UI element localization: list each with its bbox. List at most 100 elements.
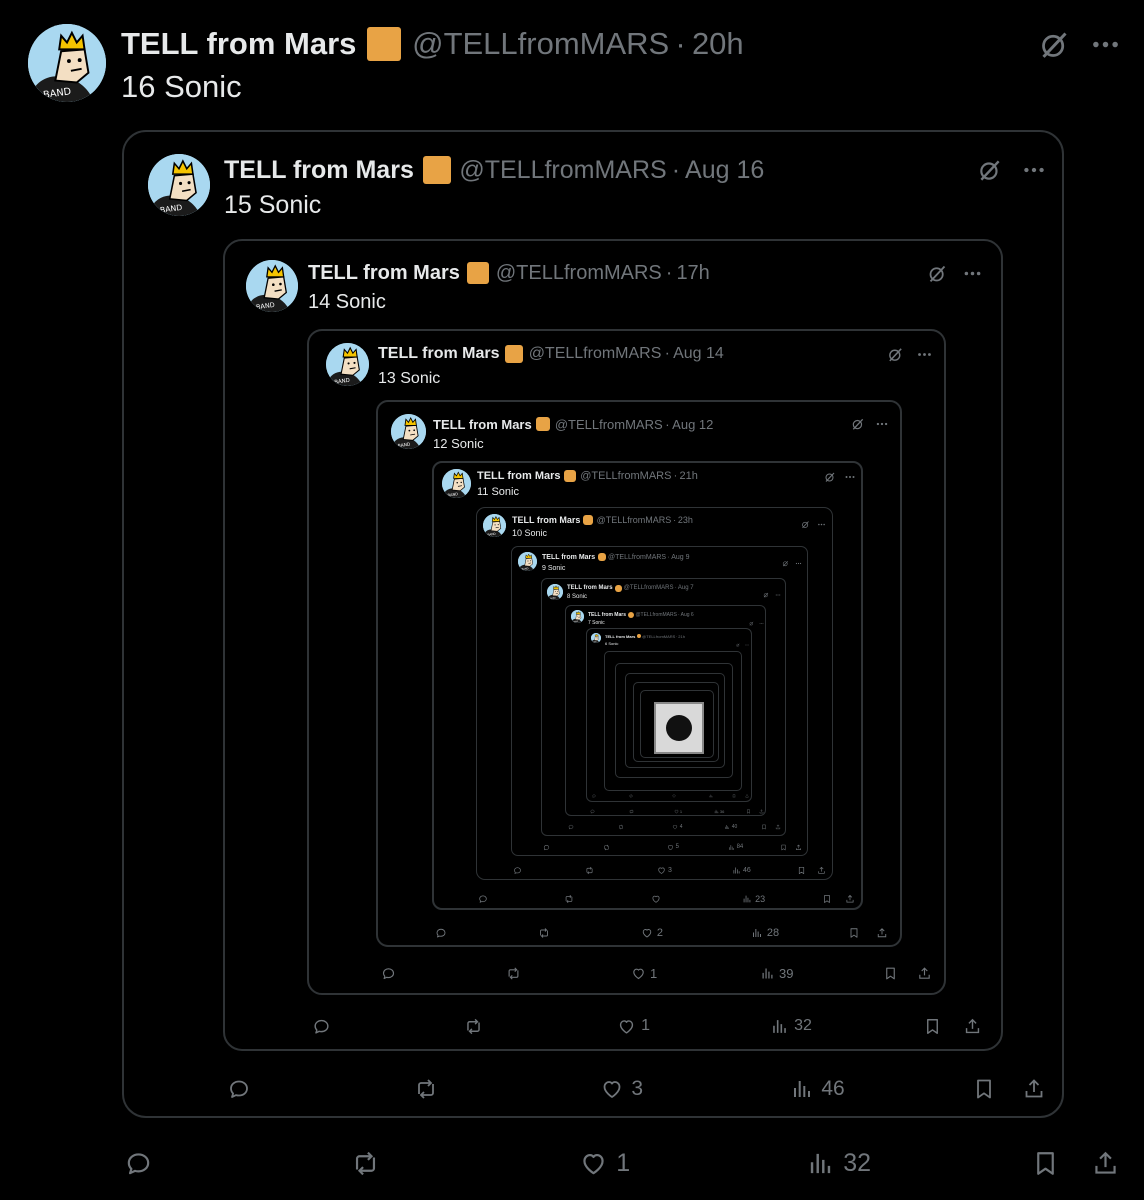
share-button[interactable] xyxy=(845,894,855,904)
grok-icon[interactable] xyxy=(782,554,789,572)
timestamp[interactable]: 17h xyxy=(676,262,709,285)
bookmark-button[interactable] xyxy=(797,866,806,875)
display-name[interactable]: TELL from Mars xyxy=(121,26,356,62)
timestamp[interactable]: Aug 14 xyxy=(673,345,724,363)
bookmark-button[interactable] xyxy=(883,966,898,981)
grok-icon[interactable] xyxy=(851,417,865,436)
repost-button[interactable] xyxy=(506,966,526,981)
attached-image[interactable] xyxy=(654,702,704,754)
avatar[interactable]: BAND xyxy=(518,552,537,571)
reply-button[interactable] xyxy=(312,1017,337,1036)
bookmark-button[interactable] xyxy=(1031,1149,1060,1178)
handle[interactable]: @TELLfromMARS xyxy=(412,26,669,62)
avatar[interactable]: BAND xyxy=(483,514,506,537)
views-button[interactable]: 39 xyxy=(760,966,794,981)
display-name[interactable]: TELL from Mars xyxy=(477,470,561,482)
repost-button[interactable] xyxy=(564,894,577,904)
display-name[interactable]: TELL from Mars xyxy=(512,515,580,525)
like-button[interactable]: 1 xyxy=(674,809,682,814)
avatar[interactable]: BAND xyxy=(391,414,426,449)
bookmark-button[interactable] xyxy=(848,927,860,939)
reply-button[interactable] xyxy=(590,809,596,814)
more-icon[interactable] xyxy=(795,554,802,572)
grok-icon[interactable] xyxy=(977,157,1003,188)
like-button[interactable]: 3 xyxy=(657,866,672,875)
timestamp[interactable]: Aug 16 xyxy=(685,156,764,185)
share-button[interactable] xyxy=(759,808,764,814)
views-button[interactable]: 46 xyxy=(790,1077,845,1101)
repost-button[interactable] xyxy=(585,866,596,875)
timestamp[interactable]: 21h xyxy=(678,634,685,639)
more-icon[interactable] xyxy=(759,613,764,631)
repost-button[interactable] xyxy=(603,844,612,851)
grok-icon[interactable] xyxy=(801,516,810,534)
repost-button[interactable] xyxy=(538,927,554,939)
share-button[interactable] xyxy=(917,966,932,981)
handle[interactable]: @TELLfromMARS xyxy=(555,417,663,432)
grok-icon[interactable] xyxy=(749,613,754,631)
display-name[interactable]: TELL from Mars xyxy=(567,585,613,591)
avatar[interactable]: BAND xyxy=(326,343,369,386)
timestamp[interactable]: Aug 12 xyxy=(672,417,713,432)
avatar[interactable]: BAND xyxy=(547,584,563,600)
reply-button[interactable] xyxy=(478,894,491,904)
bookmark-button[interactable] xyxy=(822,894,832,904)
like-button[interactable] xyxy=(672,794,677,798)
avatar[interactable]: BAND xyxy=(442,469,471,498)
reply-button[interactable] xyxy=(592,794,597,798)
more-icon[interactable] xyxy=(1021,157,1047,188)
display-name[interactable]: TELL from Mars xyxy=(588,612,626,618)
repost-button[interactable] xyxy=(629,794,634,798)
handle[interactable]: @TELLfromMARS xyxy=(624,585,674,591)
bookmark-button[interactable] xyxy=(761,824,767,830)
views-button[interactable]: 23 xyxy=(742,894,765,904)
like-button[interactable] xyxy=(651,894,664,904)
share-button[interactable] xyxy=(1022,1077,1046,1101)
share-button[interactable] xyxy=(817,866,826,875)
timestamp[interactable]: Aug 7 xyxy=(678,585,694,591)
more-icon[interactable] xyxy=(817,516,826,534)
display-name[interactable]: TELL from Mars xyxy=(542,554,595,561)
timestamp[interactable]: 21h xyxy=(680,470,698,482)
timestamp[interactable]: Aug 6 xyxy=(681,612,694,618)
display-name[interactable]: TELL from Mars xyxy=(224,156,414,185)
more-icon[interactable] xyxy=(875,417,889,436)
more-icon[interactable] xyxy=(745,634,749,652)
grok-icon[interactable] xyxy=(763,585,769,603)
views-button[interactable]: 46 xyxy=(732,866,751,875)
share-button[interactable] xyxy=(1091,1149,1120,1178)
share-button[interactable] xyxy=(745,794,749,798)
like-button[interactable]: 1 xyxy=(631,966,657,981)
share-button[interactable] xyxy=(963,1017,982,1036)
bookmark-button[interactable] xyxy=(923,1017,942,1036)
handle[interactable]: @TELLfromMARS xyxy=(597,515,672,525)
reply-button[interactable] xyxy=(513,866,524,875)
display-name[interactable]: TELL from Mars xyxy=(605,634,635,639)
handle[interactable]: @TELLfromMARS xyxy=(459,156,666,185)
avatar[interactable]: BAND xyxy=(28,24,106,102)
more-icon[interactable] xyxy=(962,263,983,289)
display-name[interactable]: TELL from Mars xyxy=(433,417,532,432)
display-name[interactable]: TELL from Mars xyxy=(308,262,460,285)
repost-button[interactable] xyxy=(464,1017,489,1036)
more-icon[interactable] xyxy=(844,470,856,488)
timestamp[interactable]: Aug 9 xyxy=(671,554,689,561)
views-button[interactable] xyxy=(709,794,714,798)
views-button[interactable]: 32 xyxy=(770,1017,812,1036)
handle[interactable]: @TELLfromMARS xyxy=(580,470,671,482)
avatar[interactable]: BAND xyxy=(571,610,584,623)
display-name[interactable]: TELL from Mars xyxy=(378,345,500,363)
bookmark-button[interactable] xyxy=(780,844,787,851)
avatar[interactable]: BAND xyxy=(148,154,210,216)
bookmark-button[interactable] xyxy=(732,794,736,798)
like-button[interactable]: 2 xyxy=(641,927,663,939)
grok-icon[interactable] xyxy=(736,634,740,652)
repost-button[interactable] xyxy=(629,808,635,814)
like-button[interactable]: 4 xyxy=(672,824,683,830)
handle[interactable]: @TELLfromMARS xyxy=(529,345,662,363)
share-button[interactable] xyxy=(775,824,781,830)
reply-button[interactable] xyxy=(543,844,552,851)
timestamp[interactable]: 23h xyxy=(678,515,693,525)
reply-button[interactable] xyxy=(124,1149,162,1178)
reply-button[interactable] xyxy=(568,824,576,830)
